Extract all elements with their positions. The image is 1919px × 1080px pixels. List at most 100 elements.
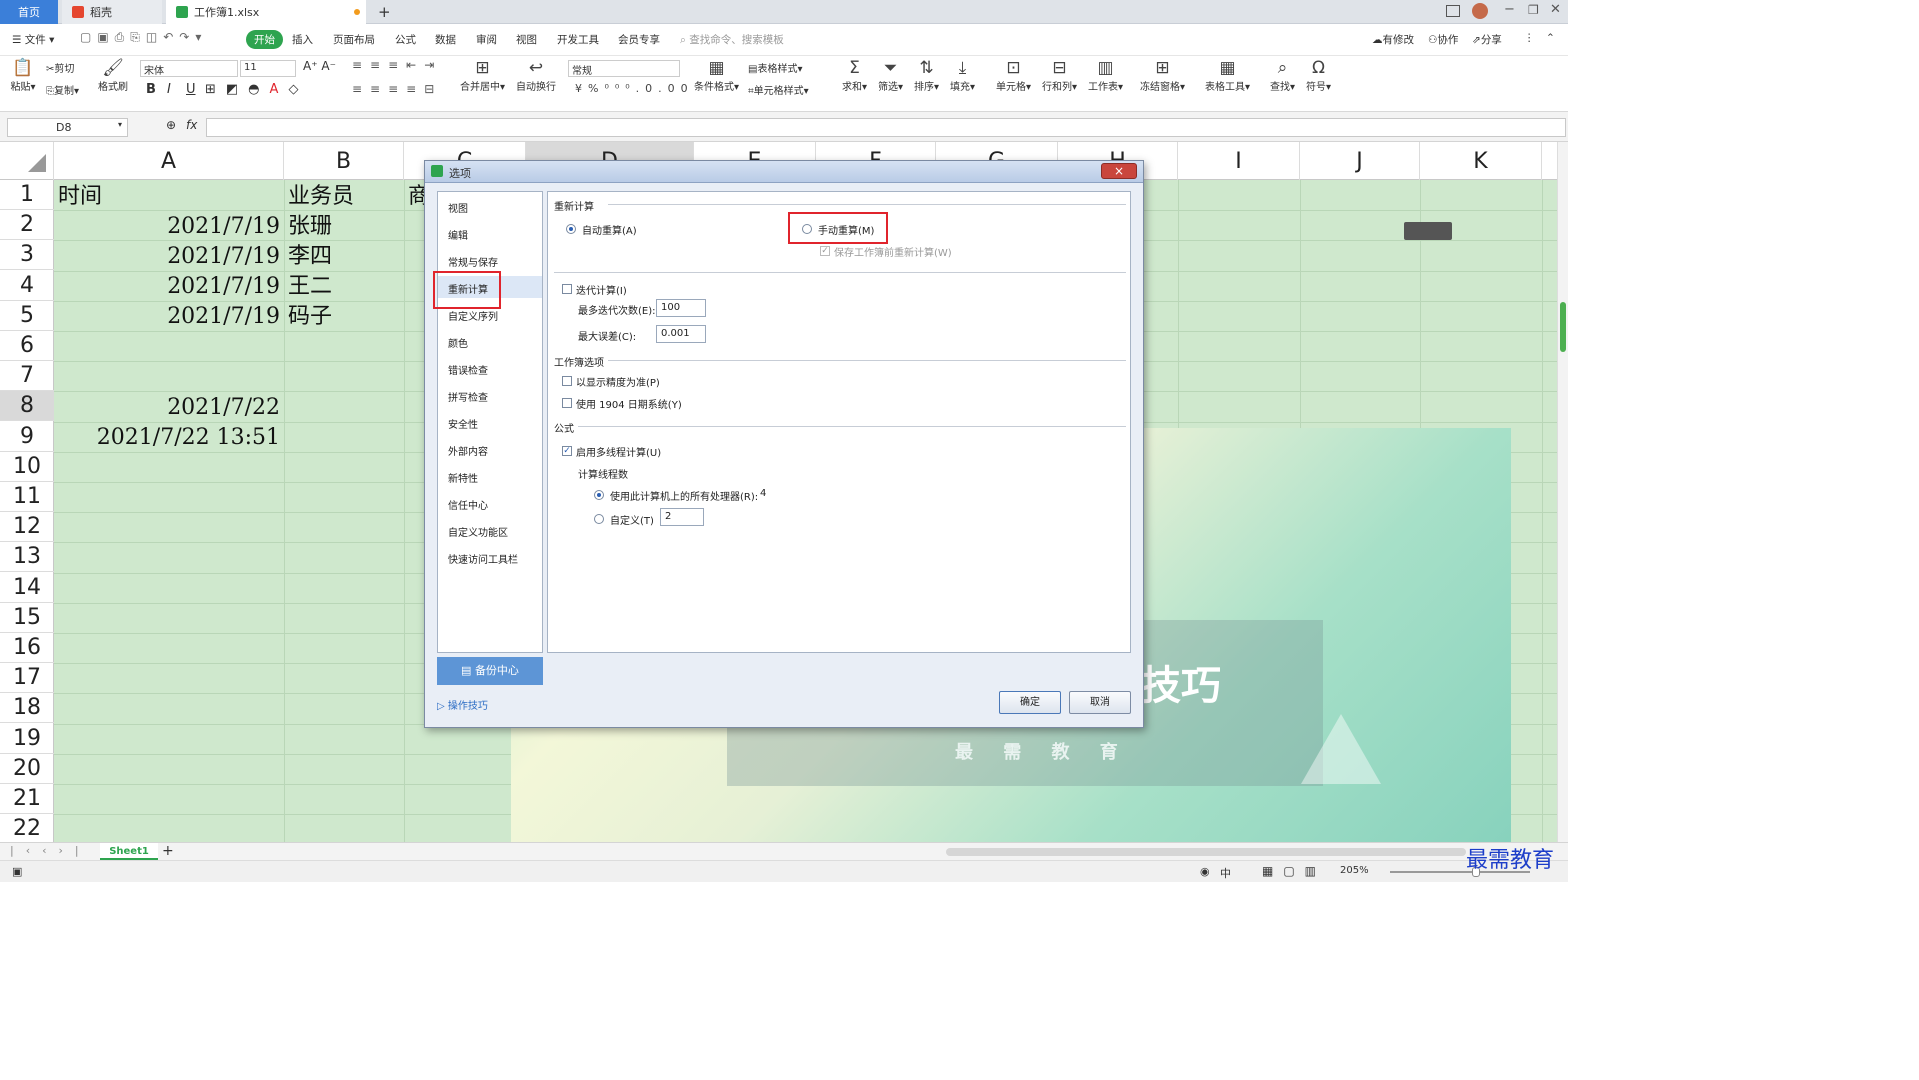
options-dialog[interactable]: 选项 × 视图 编辑 常规与保存 重新计算 自定义序列 颜色 错误检查 拼写检查 安全性 外部内容… xyxy=(424,160,1144,728)
nav-item-7[interactable]: 拼写检查 xyxy=(448,389,488,404)
date1904-label[interactable]: 使用 1904 日期系统(Y) xyxy=(576,396,682,411)
multithread-label[interactable]: 启用多线程计算(U) xyxy=(576,444,661,459)
menu-data[interactable]: 数据 xyxy=(435,32,456,47)
bold-button[interactable]: B xyxy=(146,82,156,97)
border-fill-icons[interactable]: ⊞◩◓A◇ xyxy=(205,82,308,97)
backup-center-button[interactable]: ▤ 备份中心 xyxy=(437,657,543,685)
input-lang[interactable]: 中 xyxy=(1220,865,1231,881)
tab-home[interactable]: 首页 xyxy=(0,0,58,24)
max-iterations-input[interactable]: 100 xyxy=(656,299,706,317)
name-box[interactable]: D8 xyxy=(7,118,128,137)
nav-item-13[interactable]: 快速访问工具栏 xyxy=(448,551,518,566)
modified-button[interactable]: ☁有修改 xyxy=(1372,32,1414,47)
menu-start[interactable]: 开始 xyxy=(246,30,283,49)
nav-item-5[interactable]: 颜色 xyxy=(448,335,468,350)
nav-item-11[interactable]: 信任中心 xyxy=(448,497,488,512)
tab-workbook[interactable]: 工作簿1.xlsx xyxy=(166,0,366,24)
minimize-icon[interactable]: − xyxy=(1504,2,1515,17)
align-left-icons[interactable]: ≡≡≡≡⊟ xyxy=(352,82,442,96)
format-painter-button[interactable]: 🖌 格式刷 xyxy=(98,58,128,93)
menu-insert[interactable]: 插入 xyxy=(292,32,313,47)
cell-b1[interactable]: 业务员 xyxy=(288,182,354,212)
cell-a5[interactable]: 2021/7/19 xyxy=(167,302,280,332)
fx-button[interactable]: fx xyxy=(186,118,197,132)
row-header-13[interactable]: 13 xyxy=(0,542,54,573)
table-style-button[interactable]: ▤表格样式▾ xyxy=(748,60,802,75)
menu-page-layout[interactable]: 页面布局 xyxy=(333,32,375,47)
row-header-3[interactable]: 3 xyxy=(0,240,54,271)
custom-threads-radio[interactable] xyxy=(594,514,604,524)
nav-item-12[interactable]: 自定义功能区 xyxy=(448,524,508,539)
row-header-6[interactable]: 6 xyxy=(0,331,54,361)
row-header-1[interactable]: 1 xyxy=(0,180,54,210)
menu-dev-tools[interactable]: 开发工具 xyxy=(557,32,599,47)
row-header-19[interactable]: 19 xyxy=(0,724,54,754)
all-processors-label[interactable]: 使用此计算机上的所有处理器(R): xyxy=(610,488,758,503)
nav-item-8[interactable]: 安全性 xyxy=(448,416,478,431)
font-grow-icon[interactable]: A⁺ A⁻ xyxy=(303,59,336,73)
nav-item-9[interactable]: 外部内容 xyxy=(448,443,488,458)
find-button[interactable]: ⌕ 查找▾ xyxy=(1270,58,1295,93)
table-tools-button[interactable]: ▦ 表格工具▾ xyxy=(1205,58,1250,93)
wrap-text-button[interactable]: ↩ 自动换行 xyxy=(516,58,556,93)
sheet-tab-sheet1[interactable]: Sheet1 xyxy=(100,843,158,860)
save-recalc-label[interactable]: 保存工作簿前重新计算(W) xyxy=(834,244,952,259)
nav-item-10[interactable]: 新特性 xyxy=(448,470,478,485)
row-header-15[interactable]: 15 xyxy=(0,603,54,633)
new-tab-button[interactable]: + xyxy=(378,3,391,21)
name-box-dropdown-icon[interactable]: ▾ xyxy=(118,120,122,129)
cut-button[interactable]: ✂剪切 xyxy=(46,60,74,75)
merge-center-button[interactable]: ⊞ 合并居中▾ xyxy=(460,58,505,93)
custom-threads-input[interactable]: 2 xyxy=(660,508,704,526)
cell-a1[interactable]: 时间 xyxy=(58,182,102,212)
paste-button[interactable]: 📋 粘贴▾ xyxy=(8,58,38,93)
collab-button[interactable]: ⚇协作 xyxy=(1428,32,1458,47)
font-name-select[interactable]: 宋体 xyxy=(140,60,238,77)
menu-review[interactable]: 审阅 xyxy=(476,32,497,47)
col-header-b[interactable]: B xyxy=(284,142,404,180)
cell-b3[interactable]: 李四 xyxy=(288,242,332,272)
cell-button[interactable]: ⊡ 单元格▾ xyxy=(996,58,1031,93)
select-all-corner[interactable] xyxy=(0,142,54,180)
precision-checkbox[interactable] xyxy=(562,376,572,386)
cell-style-button[interactable]: ⌗单元格样式▾ xyxy=(748,82,809,97)
number-format-select[interactable]: 常规 xyxy=(568,60,680,77)
row-header-14[interactable]: 14 xyxy=(0,573,54,603)
cancel-button[interactable]: 取消 xyxy=(1069,691,1131,714)
all-processors-radio[interactable] xyxy=(594,490,604,500)
dialog-close-button[interactable]: × xyxy=(1101,163,1137,179)
row-header-21[interactable]: 21 xyxy=(0,784,54,814)
restore-icon[interactable]: ❐ xyxy=(1528,3,1539,17)
symbol-button[interactable]: Ω 符号▾ xyxy=(1306,58,1331,93)
cell-a3[interactable]: 2021/7/19 xyxy=(167,242,280,272)
underline-button[interactable]: U xyxy=(186,82,196,97)
row-header-16[interactable]: 16 xyxy=(0,633,54,663)
max-change-input[interactable]: 0.001 xyxy=(656,325,706,343)
cell-a2[interactable]: 2021/7/19 xyxy=(167,212,280,242)
row-header-9[interactable]: 9 xyxy=(0,422,54,452)
sort-button[interactable]: ⇅ 排序▾ xyxy=(914,58,939,93)
fill-button[interactable]: ⤓ 填充▾ xyxy=(950,58,975,93)
conditional-format-button[interactable]: ▦ 条件格式▾ xyxy=(694,58,739,93)
row-header-8[interactable]: 8 xyxy=(0,391,54,422)
row-header-11[interactable]: 11 xyxy=(0,482,54,512)
cell-b2[interactable]: 张珊 xyxy=(288,212,332,242)
worksheet-button[interactable]: ▥ 工作表▾ xyxy=(1088,58,1123,93)
close-window-icon[interactable]: ✕ xyxy=(1550,2,1561,17)
precision-label[interactable]: 以显示精度为准(P) xyxy=(576,374,660,389)
iteration-checkbox[interactable] xyxy=(562,284,572,294)
vertical-scrollbar[interactable] xyxy=(1557,142,1568,842)
copy-button[interactable]: ⎘复制▾ xyxy=(46,82,79,97)
cell-b5[interactable]: 码子 xyxy=(288,302,332,332)
sheet-nav-icons[interactable]: |‹‹›| xyxy=(10,844,91,857)
cell-a4[interactable]: 2021/7/19 xyxy=(167,272,280,302)
filter-button[interactable]: ⏷ 筛选▾ xyxy=(878,58,903,93)
more-icon[interactable]: ⋮ xyxy=(1524,32,1535,44)
cell-a9[interactable]: 2021/7/22 13:51 xyxy=(97,423,280,453)
menu-formula[interactable]: 公式 xyxy=(395,32,416,47)
row-header-2[interactable]: 2 xyxy=(0,210,54,241)
nav-item-0[interactable]: 视图 xyxy=(448,200,468,215)
tips-link[interactable]: ▷ 操作技巧 xyxy=(437,697,488,712)
row-header-18[interactable]: 18 xyxy=(0,693,54,724)
menu-view[interactable]: 视图 xyxy=(516,32,537,47)
